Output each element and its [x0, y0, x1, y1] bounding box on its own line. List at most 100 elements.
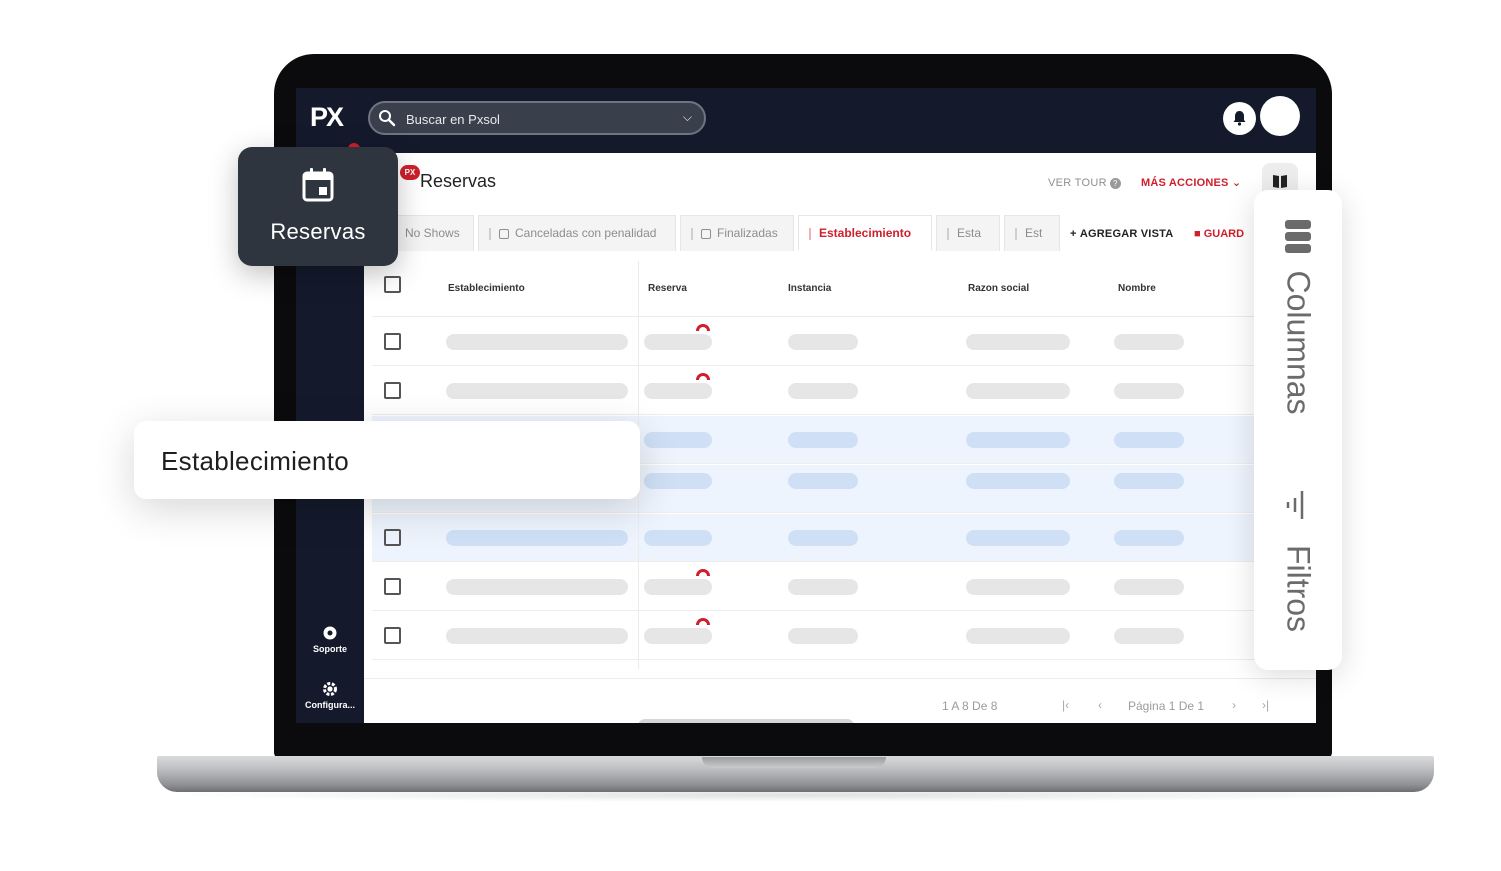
table-row[interactable]	[372, 563, 1316, 611]
select-all-checkbox[interactable]	[384, 276, 401, 293]
loading-placeholder	[788, 530, 858, 546]
loading-placeholder	[966, 432, 1070, 448]
support-label: Soporte	[312, 644, 347, 654]
tab-label: Est	[1025, 226, 1043, 240]
notifications-button[interactable]	[1223, 102, 1256, 135]
tab-divider	[809, 227, 811, 240]
loading-placeholder	[788, 628, 858, 644]
tab-establecimiento[interactable]: Establecimiento	[798, 215, 932, 251]
loading-placeholder	[788, 432, 858, 448]
support-icon	[323, 626, 337, 640]
column-header[interactable]: Reserva	[648, 283, 687, 294]
loading-placeholder	[788, 383, 858, 399]
pagination: 1 A 8 De 8 |‹ ‹ Página 1 De 1 › ›|	[364, 678, 1316, 723]
nav-support[interactable]: Soporte	[296, 625, 364, 654]
loading-placeholder	[966, 628, 1070, 644]
page-badge: PX	[400, 165, 420, 180]
pagination-page: Página 1 De 1	[1128, 699, 1205, 713]
establecimiento-callout[interactable]: Establecimiento	[134, 421, 640, 499]
plus-icon: +	[1070, 228, 1080, 240]
chevron-down-icon[interactable]: ⌵	[683, 110, 692, 125]
calendar-icon	[701, 228, 711, 239]
column-header[interactable]: Instancia	[788, 283, 831, 294]
laptop-notch	[702, 757, 886, 768]
table-row-highlighted[interactable]	[372, 514, 1316, 562]
nav-config[interactable]: Configura...	[296, 681, 364, 710]
view-tabs: No Shows Canceladas con penalidad Finali…	[364, 215, 1316, 251]
tab-label: Canceladas con penalidad	[515, 226, 657, 240]
tab-divider	[947, 227, 949, 240]
tab-canceladas[interactable]: Canceladas con penalidad	[478, 215, 676, 251]
loading-placeholder	[966, 383, 1070, 399]
loading-placeholder	[1114, 579, 1184, 595]
page-title: Reservas	[420, 171, 497, 191]
view-tour-label: VER TOUR	[1048, 177, 1107, 189]
column-header[interactable]: Nombre	[1118, 283, 1156, 294]
more-actions-button[interactable]: MÁS ACCIONES ⌄	[1141, 176, 1241, 189]
view-tour-button[interactable]: VER TOUR?	[1048, 177, 1121, 189]
loading-placeholder	[1114, 334, 1184, 350]
search-icon	[379, 110, 396, 127]
tab-divider	[489, 227, 491, 240]
loading-placeholder	[644, 334, 712, 350]
tab-esta[interactable]: Esta	[936, 215, 1000, 251]
table-row[interactable]	[372, 318, 1316, 366]
row-checkbox[interactable]	[384, 529, 401, 546]
row-checkbox[interactable]	[384, 578, 401, 595]
page-header: PX Reservas VER TOUR? MÁS ACCIONES ⌄	[364, 153, 1316, 208]
save-view-button[interactable]: ■ GUARD	[1194, 228, 1244, 240]
table-row[interactable]	[372, 367, 1316, 415]
tab-divider	[691, 227, 693, 240]
tab-est[interactable]: Est	[1004, 215, 1060, 251]
row-checkbox[interactable]	[384, 333, 401, 350]
tab-label: No Shows	[405, 226, 460, 240]
filter-icon	[1286, 491, 1304, 519]
loading-placeholder	[1114, 383, 1184, 399]
loading-placeholder	[966, 473, 1070, 489]
reservas-callout[interactable]: Reservas	[238, 147, 398, 266]
row-checkbox[interactable]	[384, 627, 401, 644]
more-actions-label: MÁS ACCIONES	[1141, 177, 1229, 189]
filters-tab[interactable]: Filtros	[1280, 545, 1317, 632]
search-placeholder: Buscar en Pxsol	[406, 112, 500, 127]
tab-label: Finalizadas	[717, 226, 778, 240]
bell-icon	[1233, 111, 1246, 126]
calendar-icon	[499, 228, 509, 239]
columns-tab[interactable]: Columnas	[1280, 270, 1317, 414]
prev-page-button[interactable]: ‹	[1098, 698, 1102, 712]
loading-placeholder	[966, 579, 1070, 595]
loading-placeholder	[446, 334, 628, 350]
app-logo[interactable]: PX	[310, 102, 344, 133]
side-tool-panel: Columnas Filtros	[1254, 190, 1342, 670]
tab-no-shows[interactable]: No Shows	[394, 215, 474, 251]
loading-placeholder	[1114, 628, 1184, 644]
columns-icon	[1285, 220, 1311, 254]
next-page-button[interactable]: ›	[1232, 698, 1236, 712]
pagination-range: 1 A 8 De 8	[942, 699, 998, 713]
tab-label: Establecimiento	[819, 226, 912, 240]
global-search[interactable]: Buscar en Pxsol ⌵	[368, 101, 706, 135]
user-avatar[interactable]	[1260, 96, 1300, 136]
loading-placeholder	[446, 579, 628, 595]
establecimiento-label: Establecimiento	[161, 446, 350, 476]
loading-placeholder	[644, 628, 712, 644]
tab-divider	[1015, 227, 1017, 240]
table-header: Establecimiento Reserva Instancia Razon …	[372, 261, 1316, 317]
add-view-button[interactable]: + AGREGAR VISTA	[1070, 228, 1173, 240]
row-checkbox[interactable]	[384, 382, 401, 399]
reservas-label: Reservas	[270, 219, 366, 244]
loading-placeholder	[966, 334, 1070, 350]
first-page-button[interactable]: |‹	[1062, 698, 1069, 712]
laptop-screen: PX Buscar en Pxsol ⌵ Soporte Configura..…	[296, 88, 1316, 723]
last-page-button[interactable]: ›|	[1262, 698, 1269, 712]
loading-placeholder	[966, 530, 1070, 546]
tab-finalizadas[interactable]: Finalizadas	[680, 215, 794, 251]
loading-placeholder	[788, 334, 858, 350]
table-row[interactable]	[372, 612, 1316, 660]
column-header[interactable]: Razon social	[968, 283, 1029, 294]
column-header[interactable]: Establecimiento	[448, 283, 525, 294]
gear-icon	[323, 682, 337, 696]
loading-placeholder	[788, 473, 858, 489]
top-bar: PX Buscar en Pxsol ⌵	[296, 88, 1316, 153]
loading-placeholder	[1114, 473, 1184, 489]
